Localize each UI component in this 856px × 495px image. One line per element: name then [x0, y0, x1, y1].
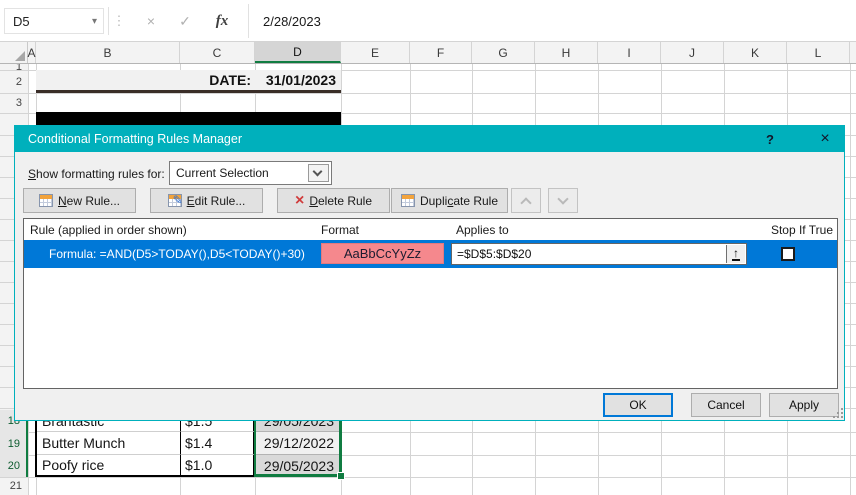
cell-c2-date-label[interactable]: DATE: — [180, 70, 251, 90]
divider — [108, 7, 109, 35]
column-header-d-selected[interactable]: D — [255, 42, 341, 63]
applies-to-value: =$D$5:$D$20 — [457, 247, 532, 261]
enter-icon[interactable]: ✓ — [170, 8, 200, 34]
column-header-rule: Rule (applied in order shown) — [30, 222, 187, 237]
dropdown-arrow-button[interactable] — [308, 164, 329, 182]
column-header-b[interactable]: B — [36, 42, 180, 63]
move-rule-up-button[interactable] — [511, 188, 541, 213]
duplicate-rule-icon — [400, 194, 415, 207]
fill-handle[interactable] — [337, 472, 345, 480]
column-header-e[interactable]: E — [341, 42, 410, 63]
column-header-j[interactable]: J — [661, 42, 724, 63]
rule-description: Formula: =AND(D5>TODAY(),D5<TODAY()+30) — [49, 247, 305, 261]
column-header-f[interactable]: F — [410, 42, 472, 63]
formula-bar-input[interactable]: 2/28/2023 — [248, 4, 856, 38]
rule-row-selected[interactable]: Formula: =AND(D5>TODAY(),D5<TODAY()+30) … — [24, 240, 837, 268]
show-rules-dropdown[interactable]: Current Selection — [169, 161, 332, 185]
collapse-dialog-button[interactable]: ↑ — [726, 245, 745, 263]
cell-d19-date[interactable]: 29/12/2022 — [255, 432, 341, 455]
table-row-19: Butter Munch $1.4 29/12/2022 — [35, 432, 342, 455]
cell-d2-date-value[interactable]: 31/01/2023 — [255, 70, 336, 90]
show-rules-label-accel: S — [28, 167, 37, 181]
row-header-19[interactable]: 19 — [0, 432, 28, 455]
gridline-horizontal — [0, 93, 856, 94]
ok-button[interactable]: OK — [603, 393, 673, 417]
duplicate-rule-label: Duplicate Rule — [419, 193, 499, 208]
insert-function-icon[interactable]: fx — [206, 8, 238, 34]
row-header-3[interactable]: 3 — [0, 93, 28, 113]
new-rule-label: New Rule... — [57, 193, 121, 208]
chevron-up-icon — [520, 196, 532, 209]
formula-bar-value: 2/28/2023 — [263, 13, 321, 29]
new-rule-icon — [38, 194, 53, 207]
edit-rule-button[interactable]: ✎ Edit Rule... — [150, 188, 263, 213]
rule-format-preview: AaBbCcYyZz — [321, 243, 444, 264]
column-header-i[interactable]: I — [598, 42, 661, 63]
cell-c19-price[interactable]: $1.4 — [181, 432, 255, 455]
column-header-h[interactable]: H — [535, 42, 598, 63]
select-all-triangle-icon — [15, 51, 25, 61]
show-rules-label-rest: how formatting rules for: — [36, 167, 165, 181]
column-header-c[interactable]: C — [180, 42, 255, 63]
cancel-button[interactable]: Cancel — [691, 393, 761, 417]
move-rule-down-button[interactable] — [548, 188, 578, 213]
select-all-button[interactable] — [0, 42, 28, 63]
row-header-20[interactable]: 20 — [0, 455, 28, 477]
cell-b19-name[interactable]: Butter Munch — [37, 432, 181, 455]
close-icon[interactable]: × — [811, 126, 839, 152]
dialog-titlebar[interactable]: Conditional Formatting Rules Manager — [15, 126, 844, 152]
show-rules-label: Show formatting rules for: — [28, 167, 165, 181]
resize-dots-icon[interactable]: ⋮ — [112, 8, 126, 34]
dialog-title: Conditional Formatting Rules Manager — [28, 132, 242, 146]
cancel-icon[interactable]: × — [136, 8, 166, 34]
column-header-k[interactable]: K — [724, 42, 787, 63]
gridline-vertical — [850, 64, 851, 495]
black-filled-row[interactable] — [36, 112, 341, 126]
name-box-value: D5 — [13, 13, 30, 29]
delete-rule-button[interactable]: × Delete Rule — [277, 188, 390, 213]
name-box-dropdown-icon[interactable]: ▾ — [92, 16, 97, 27]
duplicate-rule-button[interactable]: Duplicate Rule — [391, 188, 508, 213]
delete-rule-label: Delete Rule — [309, 193, 373, 208]
column-header-stop-if-true: Stop If True — [770, 222, 833, 237]
stop-if-true-checkbox[interactable] — [781, 247, 795, 261]
edit-rule-label: Edit Rule... — [186, 193, 246, 208]
name-box[interactable]: D5 ▾ — [4, 8, 104, 34]
apply-button[interactable]: Apply — [769, 393, 839, 417]
column-headers: A B C D E F G H I J K L — [0, 42, 856, 64]
chevron-down-icon — [312, 166, 323, 177]
formula-bar-row: D5 ▾ ⋮ × ✓ fx 2/28/2023 — [0, 0, 856, 42]
new-rule-button[interactable]: New Rule... — [23, 188, 136, 213]
column-header-a[interactable]: A — [28, 42, 36, 63]
cell-b20-name[interactable]: Poofy rice — [37, 455, 181, 477]
help-icon[interactable]: ? — [759, 126, 781, 152]
gridline-horizontal — [0, 477, 856, 478]
pencil-icon: ✎ — [172, 193, 183, 207]
delete-x-icon: × — [294, 191, 305, 209]
selection-border-bottom — [254, 474, 340, 477]
conditional-formatting-rules-manager-dialog: Conditional Formatting Rules Manager ? ×… — [14, 125, 845, 421]
row-header-21[interactable]: 21 — [0, 477, 28, 495]
show-rules-dropdown-value: Current Selection — [176, 166, 269, 180]
column-header-l[interactable]: L — [787, 42, 850, 63]
rules-list: Rule (applied in order shown) Format App… — [23, 218, 838, 389]
row-header-2[interactable]: 2 — [0, 70, 28, 93]
resize-grip[interactable] — [833, 408, 843, 418]
chevron-down-icon — [557, 192, 569, 205]
column-header-format: Format — [321, 222, 360, 237]
applies-to-input[interactable]: =$D$5:$D$20 ↑ — [451, 243, 747, 265]
collapse-arrow-icon: ↑ — [732, 245, 740, 261]
cell-c20-price[interactable]: $1.0 — [181, 455, 255, 477]
column-header-g[interactable]: G — [472, 42, 535, 63]
edit-rule-icon: ✎ — [167, 193, 183, 207]
column-header-applies-to: Applies to — [456, 222, 509, 237]
